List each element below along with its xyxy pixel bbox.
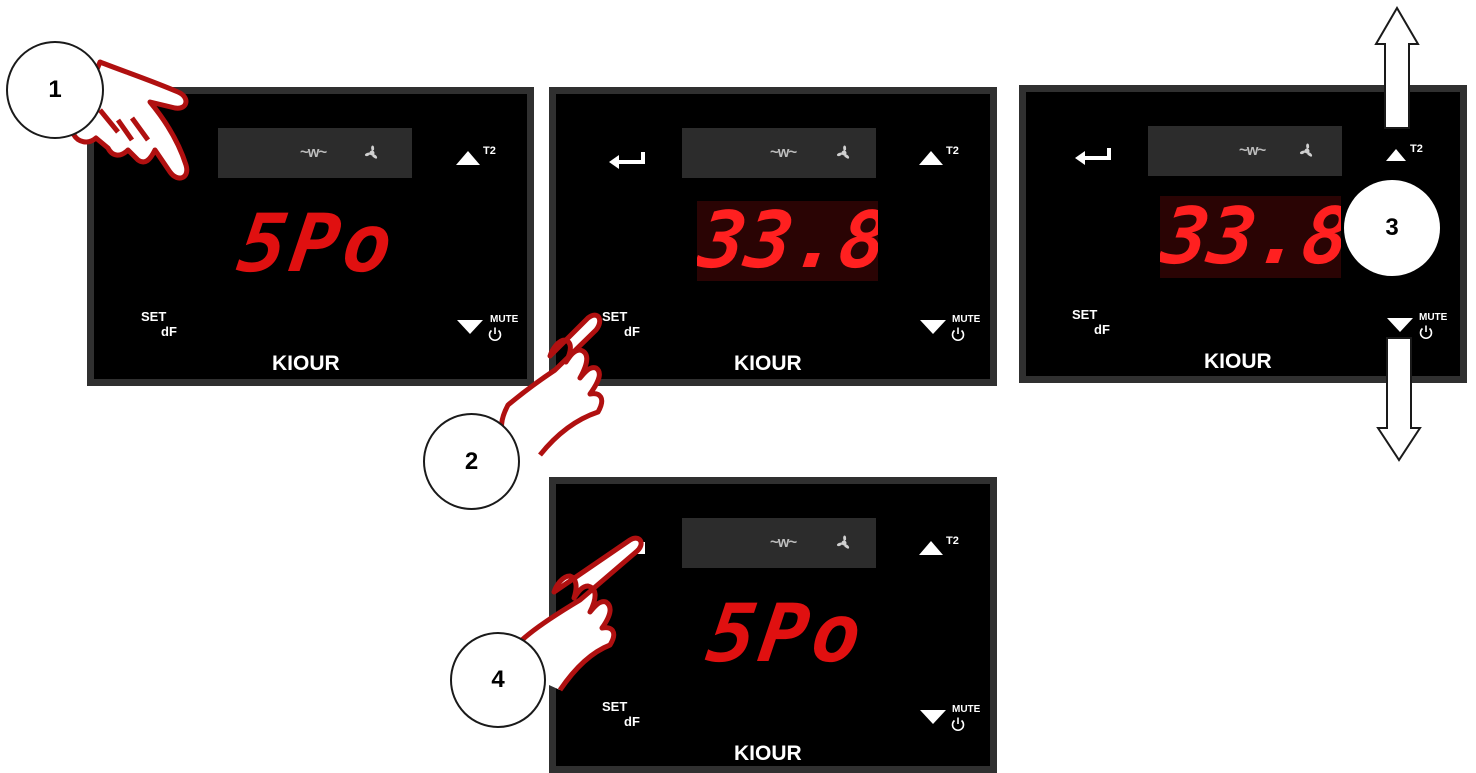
outline-arrow-down-icon — [1376, 337, 1422, 462]
step-circle-1: 1 — [6, 41, 104, 139]
step-circle-4: 4 — [450, 632, 546, 728]
hand-pointer-icon — [499, 312, 605, 457]
annotation-overlay — [56, 6, 1422, 692]
step-circle-2: 2 — [423, 413, 520, 510]
outline-arrow-up-icon — [1374, 6, 1420, 129]
step-circle-3: 3 — [1344, 180, 1440, 276]
